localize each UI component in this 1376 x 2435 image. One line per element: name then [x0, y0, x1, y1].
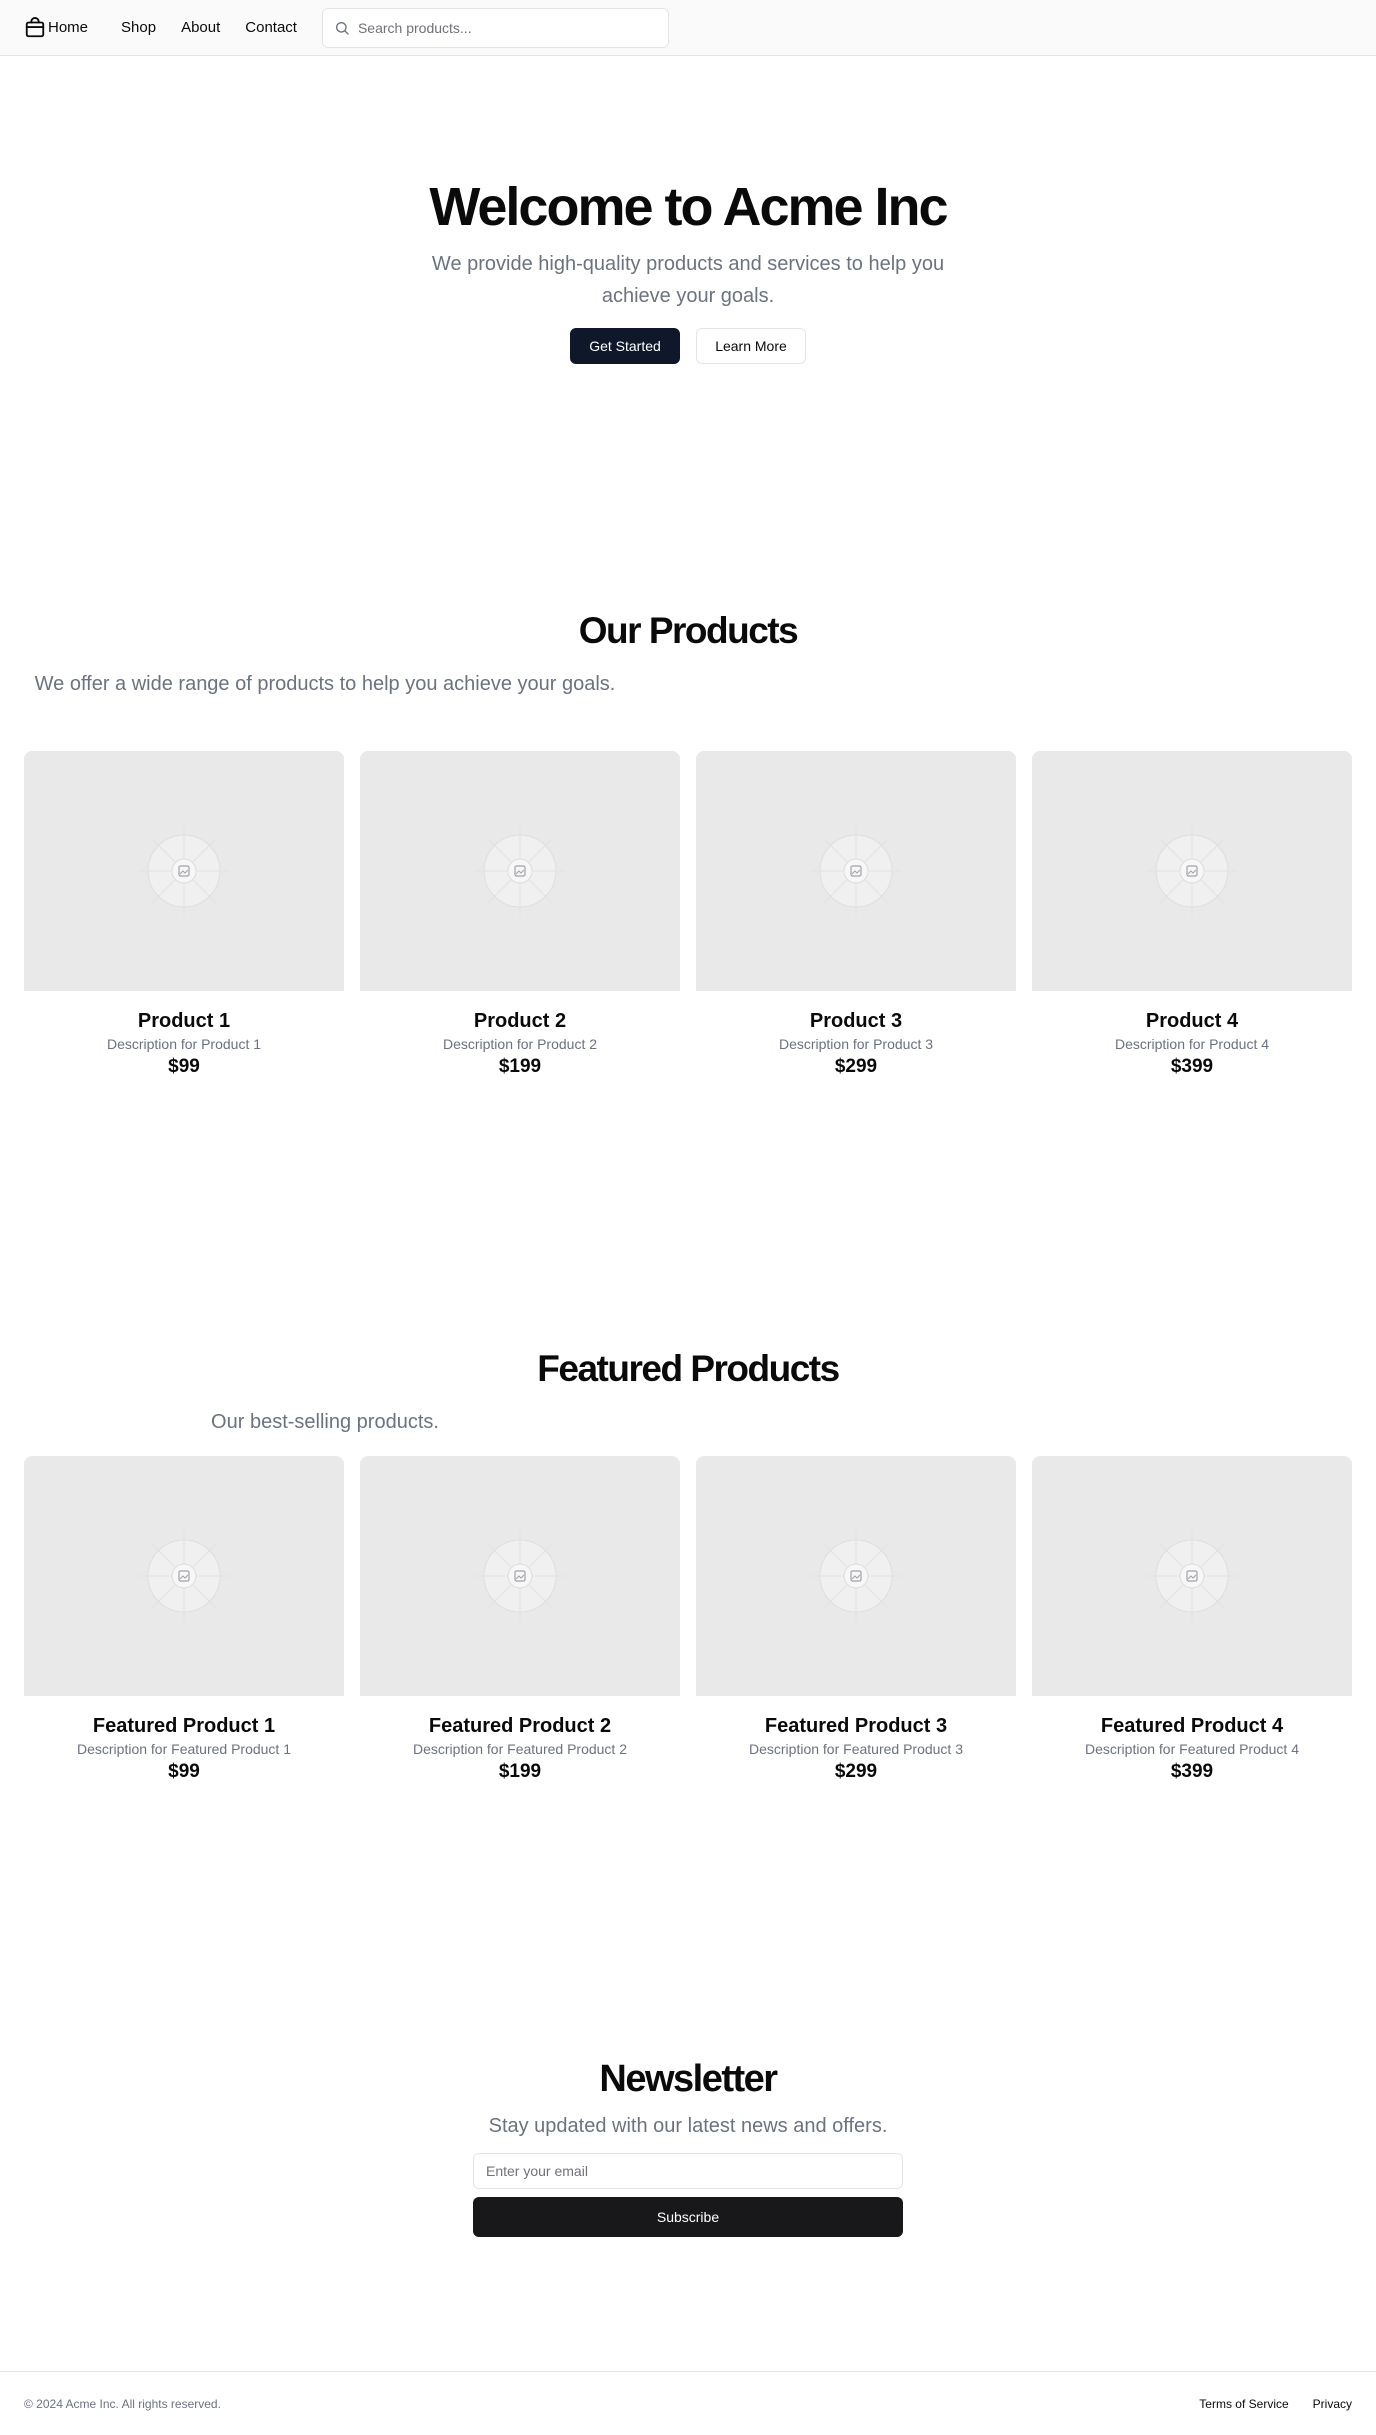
product-price: $99	[168, 1056, 200, 1077]
product-name: Product 4	[1145, 1010, 1239, 1032]
hero-title: Welcome to Acme Inc	[429, 177, 948, 237]
newsletter-subtitle: Stay updated with our latest news and of…	[488, 2115, 888, 2137]
product-description: Description for Product 2	[442, 1036, 598, 1052]
product-description: Description for Featured Product 3	[749, 1741, 963, 1757]
shopping-bag-icon[interactable]	[24, 16, 46, 39]
product-description: Description for Product 4	[1114, 1036, 1270, 1052]
featured-product-card[interactable]: Featured Product 2 Description for Featu…	[360, 1456, 680, 1784]
product-price: $299	[834, 1056, 878, 1077]
product-description: Description for Featured Product 2	[413, 1741, 627, 1757]
newsletter-title: Newsletter	[599, 2058, 778, 2100]
privacy-link[interactable]: Privacy	[1313, 2397, 1352, 2411]
product-image	[1032, 751, 1352, 991]
product-name: Featured Product 4	[1100, 1715, 1284, 1737]
product-description: Description for Product 1	[106, 1036, 262, 1052]
products-subtitle: We offer a wide range of products to hel…	[34, 673, 616, 695]
nav-link-about[interactable]: About	[181, 19, 220, 36]
image-placeholder-icon	[139, 826, 229, 916]
featured-product-card[interactable]: Featured Product 4 Description for Featu…	[1032, 1456, 1352, 1784]
featured-title: Featured Products	[537, 1348, 840, 1389]
image-placeholder-icon	[1147, 1531, 1237, 1621]
product-image	[696, 751, 1016, 991]
product-card[interactable]: Product 4 Description for Product 4 $399	[1032, 751, 1352, 1079]
product-card[interactable]: Product 3 Description for Product 3 $299	[696, 751, 1016, 1079]
product-name: Featured Product 1	[92, 1715, 276, 1737]
newsletter-section: Newsletter Stay updated with our latest …	[0, 2054, 1376, 2237]
product-description: Description for Product 3	[778, 1036, 934, 1052]
featured-grid: Featured Product 1 Description for Featu…	[24, 1456, 1352, 1784]
image-placeholder-icon	[1147, 826, 1237, 916]
image-placeholder-icon	[811, 826, 901, 916]
product-name: Featured Product 2	[428, 1715, 612, 1737]
nav-link-shop[interactable]: Shop	[121, 19, 156, 36]
email-field[interactable]	[473, 2153, 903, 2189]
product-description: Description for Featured Product 1	[77, 1741, 291, 1757]
nav-link-contact[interactable]: Contact	[245, 19, 297, 36]
product-card[interactable]: Product 1 Description for Product 1 $99	[24, 751, 344, 1079]
site-footer: © 2024 Acme Inc. All rights reserved. Te…	[0, 2371, 1376, 2435]
product-image	[696, 1456, 1016, 1696]
product-description: Description for Featured Product 4	[1085, 1741, 1299, 1757]
product-name: Product 1	[137, 1010, 231, 1032]
image-placeholder-icon	[811, 1531, 901, 1621]
product-image	[360, 1456, 680, 1696]
product-price: $99	[168, 1761, 200, 1782]
image-placeholder-icon	[475, 1531, 565, 1621]
image-placeholder-icon	[139, 1531, 229, 1621]
product-name: Product 3	[809, 1010, 903, 1032]
learn-more-button[interactable]: Learn More	[696, 328, 806, 364]
search-box	[321, 7, 669, 48]
product-image	[24, 751, 344, 991]
subscribe-button[interactable]: Subscribe	[473, 2197, 903, 2237]
site-header: Home Shop About Contact	[0, 0, 1376, 56]
featured-product-card[interactable]: Featured Product 1 Description for Featu…	[24, 1456, 344, 1784]
product-card[interactable]: Product 2 Description for Product 2 $199	[360, 751, 680, 1079]
image-placeholder-icon	[475, 826, 565, 916]
featured-subtitle: Our best-selling products.	[211, 1411, 439, 1433]
products-grid: Product 1 Description for Product 1 $99 …	[24, 751, 1352, 1079]
terms-link[interactable]: Terms of Service	[1199, 2397, 1288, 2411]
featured-product-card[interactable]: Featured Product 3 Description for Featu…	[696, 1456, 1016, 1784]
hero-actions: Get Started Learn More	[0, 328, 1376, 364]
nav-link-home[interactable]: Home	[48, 19, 88, 36]
product-price: $399	[1170, 1056, 1214, 1077]
search-icon	[335, 21, 349, 35]
products-title: Our Products	[578, 610, 799, 651]
hero-section: Welcome to Acme Inc We provide high-qual…	[0, 170, 1376, 364]
footer-links: Terms of Service Privacy	[1199, 2397, 1352, 2411]
hero-subtitle: We provide high-quality products and ser…	[431, 253, 945, 307]
search-input[interactable]	[357, 19, 648, 36]
copyright-text: © 2024 Acme Inc. All rights reserved.	[24, 2396, 221, 2411]
product-name: Featured Product 3	[764, 1715, 948, 1737]
product-price: $299	[834, 1761, 878, 1782]
product-image	[360, 751, 680, 991]
get-started-button[interactable]: Get Started	[570, 328, 680, 364]
product-image	[24, 1456, 344, 1696]
product-price: $199	[498, 1761, 542, 1782]
product-price: $199	[498, 1056, 542, 1077]
product-price: $399	[1170, 1761, 1214, 1782]
product-image	[1032, 1456, 1352, 1696]
product-name: Product 2	[473, 1010, 567, 1032]
